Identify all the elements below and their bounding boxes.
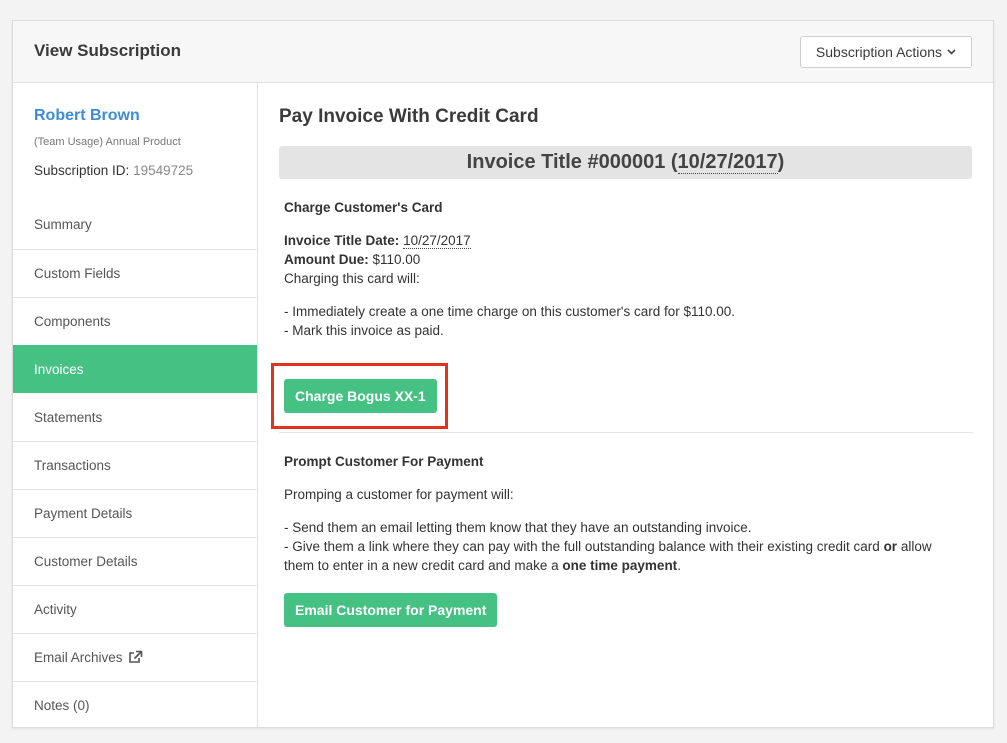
section-title: Pay Invoice With Credit Card xyxy=(279,106,539,127)
amount-due-label: Amount Due: xyxy=(284,252,369,267)
main-content: Pay Invoice With Credit Card Invoice Tit… xyxy=(259,83,993,727)
charge-bullet-1: - Immediately create a one time charge o… xyxy=(284,304,736,319)
divider xyxy=(279,432,973,433)
invoice-title-bar: Invoice Title #000001 (10/27/2017) xyxy=(279,146,972,179)
amount-due-value: $110.00 xyxy=(372,252,421,267)
invoice-date-line: Invoice Title Date: 10/27/2017 xyxy=(284,231,471,250)
sidebar-nav: Summary Custom Fields Components Invoice… xyxy=(13,201,257,729)
amount-due-line: Amount Due: $110.00 xyxy=(284,250,420,269)
sidebar: Robert Brown (Team Usage) Annual Product… xyxy=(13,83,258,727)
prompt-bullet-2-text-c: them to enter in a new credit card and m… xyxy=(284,558,563,573)
customer-product: (Team Usage) Annual Product xyxy=(34,136,181,148)
prompt-bullet-2-end: . xyxy=(677,558,681,573)
subscription-id-label: Subscription ID: xyxy=(34,163,130,178)
subscription-actions-dropdown[interactable]: Subscription Actions xyxy=(799,36,972,68)
invoice-title-text: Invoice Title #000001 ( xyxy=(466,151,678,173)
invoice-date-label: Invoice Title Date: xyxy=(284,233,400,248)
sidebar-item-email-archives-label: Email Archives xyxy=(34,650,123,665)
sidebar-item-activity[interactable]: Activity xyxy=(13,585,257,633)
prompt-bullet-2: - Give them a link where they can pay wi… xyxy=(284,537,932,556)
chevron-down-icon xyxy=(947,47,956,58)
sidebar-item-invoices[interactable]: Invoices xyxy=(13,345,257,393)
sidebar-item-statements[interactable]: Statements xyxy=(13,393,257,441)
sidebar-item-email-archives[interactable]: Email Archives xyxy=(13,633,257,681)
subscription-id: Subscription ID: 19549725 xyxy=(34,163,193,178)
charge-intro: Charging this card will: xyxy=(284,271,420,286)
invoice-title-close: ) xyxy=(777,151,785,173)
sidebar-item-notes[interactable]: Notes (0) xyxy=(13,681,257,729)
charge-card-heading: Charge Customer's Card xyxy=(284,200,443,215)
invoice-date-value: 10/27/2017 xyxy=(403,233,471,249)
subscription-panel: View Subscription Subscription Actions R… xyxy=(12,20,994,728)
sidebar-item-components[interactable]: Components xyxy=(13,297,257,345)
invoice-title-date: 10/27/2017 xyxy=(677,151,778,174)
prompt-bullet-2-or: or xyxy=(883,539,898,554)
prompt-bullet-2-bold: one time payment xyxy=(562,558,678,573)
charge-card-button[interactable]: Charge Bogus XX-1 xyxy=(284,379,437,413)
subscription-id-value: 19549725 xyxy=(133,163,194,178)
prompt-bullet-2-cont: them to enter in a new credit card and m… xyxy=(284,556,681,575)
sidebar-item-custom-fields[interactable]: Custom Fields xyxy=(13,249,257,297)
sidebar-item-customer-details[interactable]: Customer Details xyxy=(13,537,257,585)
email-customer-button[interactable]: Email Customer for Payment xyxy=(284,593,498,627)
prompt-bullet-2-text-a: - Give them a link where they can pay wi… xyxy=(284,539,884,554)
panel-header: View Subscription Subscription Actions xyxy=(13,21,993,83)
page-title: View Subscription xyxy=(34,41,182,60)
prompt-payment-heading: Prompt Customer For Payment xyxy=(284,454,484,469)
sidebar-item-payment-details[interactable]: Payment Details xyxy=(13,489,257,537)
prompt-intro: Promping a customer for payment will: xyxy=(284,487,514,502)
subscription-actions-label: Subscription Actions xyxy=(815,44,942,60)
sidebar-item-summary[interactable]: Summary xyxy=(13,201,257,249)
charge-bullet-2: - Mark this invoice as paid. xyxy=(284,323,444,338)
external-link-icon xyxy=(128,636,143,684)
prompt-bullet-1: - Send them an email letting them know t… xyxy=(284,520,752,535)
prompt-bullet-2-text-b: allow xyxy=(897,539,932,554)
customer-name-link[interactable]: Robert Brown xyxy=(34,107,140,125)
sidebar-item-transactions[interactable]: Transactions xyxy=(13,441,257,489)
